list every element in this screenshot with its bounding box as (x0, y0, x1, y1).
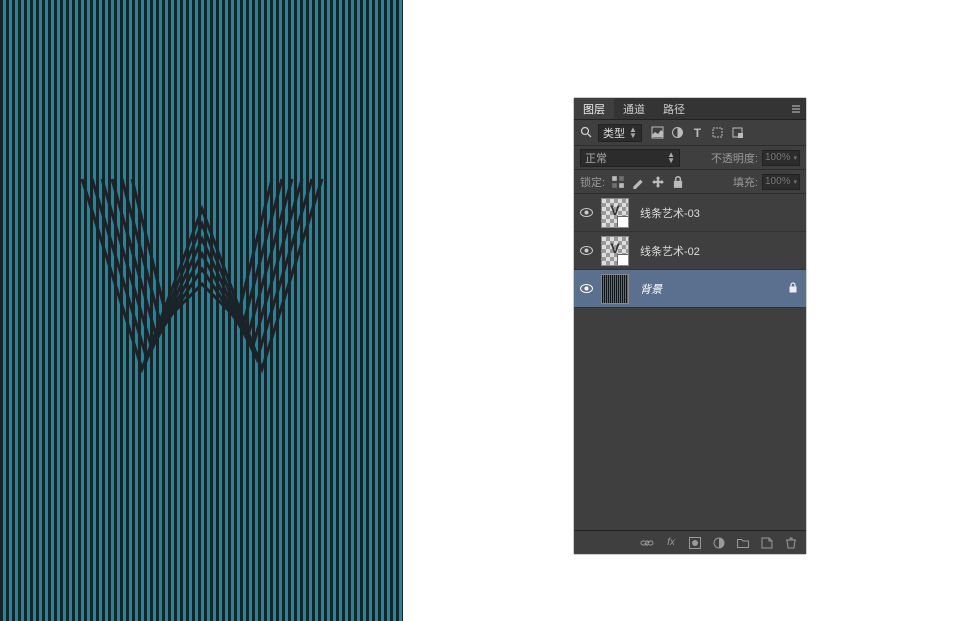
panel-footer: fx (574, 530, 806, 554)
tab-paths[interactable]: 路径 (654, 98, 694, 119)
chevron-down-icon: ▾ (793, 178, 797, 186)
shape-filter-icon[interactable] (711, 126, 724, 139)
visibility-toggle[interactable] (574, 246, 598, 255)
blend-row: 正常 ▲▼ 不透明度: 100% ▾ (574, 146, 806, 170)
fx-icon[interactable]: fx (664, 536, 678, 550)
tab-layers[interactable]: 图层 (574, 98, 614, 119)
opacity-label: 不透明度: (711, 150, 758, 166)
fill-field[interactable]: 100% ▾ (762, 174, 800, 190)
opacity-field[interactable]: 100% ▾ (762, 150, 800, 166)
layer-name-label[interactable]: 线条艺术-02 (640, 243, 806, 259)
canvas-preview (0, 0, 403, 621)
layer-thumbnail[interactable] (601, 274, 629, 304)
smart-object-badge (617, 216, 629, 228)
fill-label: 填充: (733, 174, 758, 190)
filter-kind-icons: T (651, 126, 744, 139)
filter-type-label: 类型 (603, 125, 625, 141)
visibility-toggle[interactable] (574, 208, 598, 217)
lock-label: 锁定: (580, 174, 605, 190)
filter-type-select[interactable]: 类型 ▲▼ (598, 124, 642, 142)
blend-mode-value: 正常 (585, 150, 607, 166)
filter-row: 类型 ▲▼ T (574, 120, 806, 146)
layer-thumbnail[interactable]: V (601, 236, 629, 266)
lock-pixels-icon[interactable] (611, 175, 625, 189)
fill-value: 100% (765, 176, 791, 187)
mask-icon[interactable] (688, 536, 702, 550)
blend-mode-select[interactable]: 正常 ▲▼ (580, 149, 680, 167)
layer-row[interactable]: V 线条艺术-02 (574, 232, 806, 270)
group-icon[interactable] (736, 536, 750, 550)
tab-channels[interactable]: 通道 (614, 98, 654, 119)
chevron-updown-icon: ▲▼ (667, 152, 675, 164)
search-icon (580, 126, 593, 139)
layer-thumbnail[interactable]: V (601, 198, 629, 228)
layer-name-label[interactable]: 背景 (640, 281, 788, 297)
trash-icon[interactable] (784, 536, 798, 550)
visibility-toggle[interactable] (574, 284, 598, 293)
lock-move-icon[interactable] (651, 175, 665, 189)
opacity-value: 100% (765, 152, 791, 163)
lock-row: 锁定: 填充: 100% ▾ (574, 170, 806, 194)
new-layer-icon[interactable] (760, 536, 774, 550)
layer-row[interactable]: V 线条艺术-03 (574, 194, 806, 232)
chevron-down-icon: ▾ (793, 154, 797, 162)
adjustment-icon[interactable] (712, 536, 726, 550)
chevron-updown-icon: ▲▼ (629, 127, 637, 139)
smart-filter-icon[interactable] (731, 126, 744, 139)
layer-name-label[interactable]: 线条艺术-03 (640, 205, 806, 221)
panel-tabs: 图层 通道 路径 (574, 98, 806, 120)
layer-row[interactable]: 背景 (574, 270, 806, 308)
layer-lock-icon (788, 282, 798, 296)
lock-paint-icon[interactable] (631, 175, 645, 189)
text-filter-icon[interactable]: T (691, 126, 704, 139)
image-filter-icon[interactable] (651, 126, 664, 139)
link-icon[interactable] (640, 536, 654, 550)
adjustment-filter-icon[interactable] (671, 126, 684, 139)
letter-w-art (72, 169, 332, 389)
lock-all-icon[interactable] (671, 175, 685, 189)
smart-object-badge (617, 254, 629, 266)
panel-menu-icon[interactable] (790, 104, 802, 114)
lock-icons (611, 175, 685, 189)
layers-panel: 图层 通道 路径 类型 ▲▼ T 正常 ▲▼ 不透明度: 100% (574, 98, 806, 554)
layers-list: V 线条艺术-03 V 线条艺术-02 背景 (574, 194, 806, 530)
